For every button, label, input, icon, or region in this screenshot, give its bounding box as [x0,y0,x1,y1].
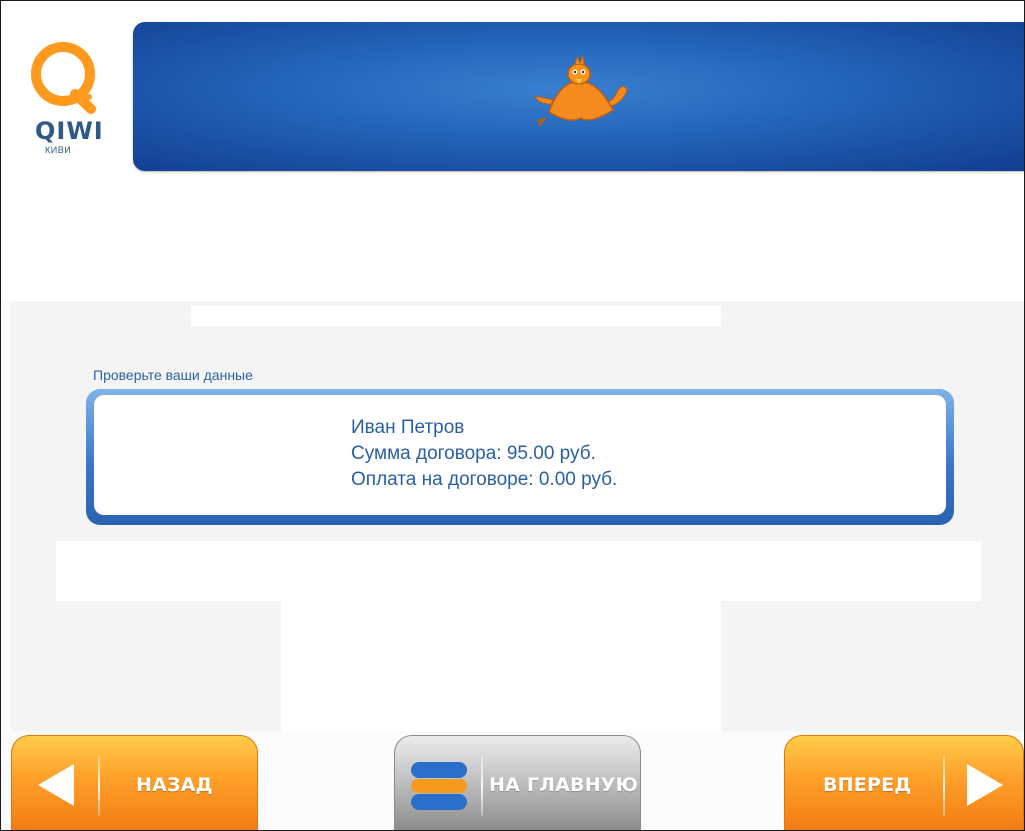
customer-name: Иван Петров [351,417,465,438]
arrow-right-icon [967,764,1003,806]
contract-payment: Оплата на договоре: 0.00 руб. [351,469,618,490]
forward-button[interactable]: ВПЕРЕД [784,735,1024,830]
logo-sub-text: КИВИ [45,145,72,155]
bird-mascot-icon [534,54,628,127]
back-button[interactable]: НАЗАД [11,735,258,830]
button-divider [481,756,483,816]
header-banner [133,22,1024,171]
home-button-label: НА ГЛАВНУЮ [489,774,639,796]
button-divider [98,756,100,816]
home-button[interactable]: НА ГЛАВНУЮ [394,735,641,830]
contract-amount: Сумма договора: 95.00 руб. [351,443,596,464]
qiwi-logo: QIWI КИВИ [23,39,123,159]
data-panel-content: Иван Петров Сумма договора: 95.00 руб. О… [94,395,946,515]
qiwi-stack-icon [411,762,467,810]
forward-button-label: ВПЕРЕД [823,774,912,796]
back-button-label: НАЗАД [136,774,213,796]
arrow-left-icon [38,764,74,806]
background-block [281,601,721,731]
logo-brand-text: QIWI [35,117,104,145]
button-divider [943,756,945,816]
data-panel: Иван Петров Сумма договора: 95.00 руб. О… [86,389,954,525]
qiwi-logo-icon [31,42,96,114]
section-title: Проверьте ваши данные [93,367,253,383]
background-block [56,541,981,601]
background-block [191,306,721,326]
kiosk-screen: QIWI КИВИ Проверьте ваши данные Иван Пет… [0,0,1025,831]
